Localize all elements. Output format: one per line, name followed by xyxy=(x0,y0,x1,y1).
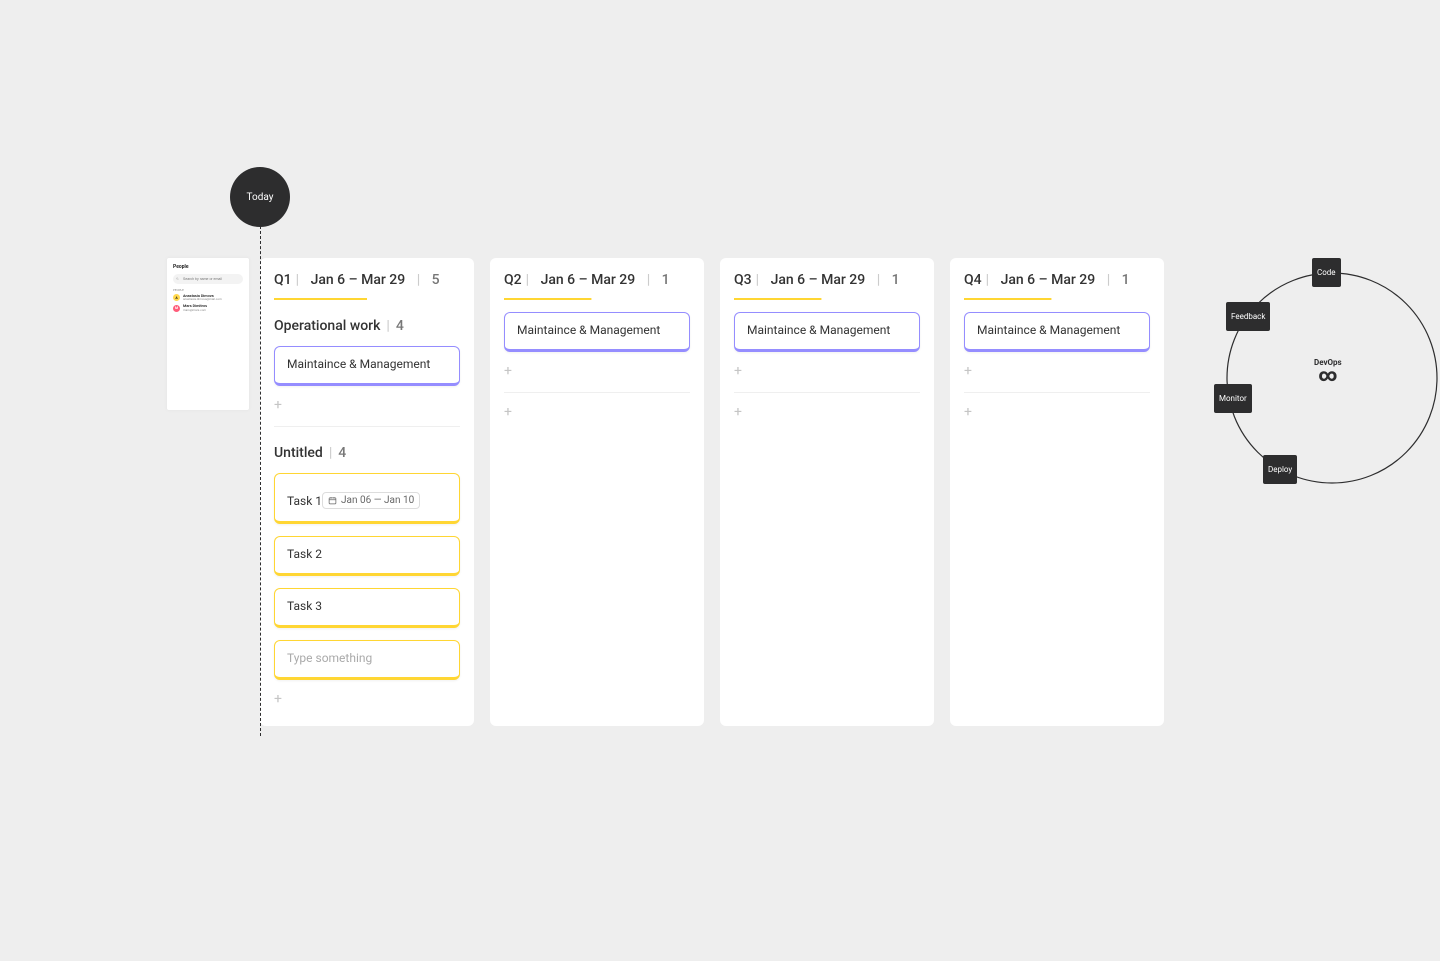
column-underline xyxy=(964,298,1051,300)
task-card[interactable]: Maintaince & Management xyxy=(964,312,1150,352)
separator: | xyxy=(329,445,332,461)
column-range: Jan 6 – Mar 29 xyxy=(311,272,406,288)
board-column: Q3| Jan 6 – Mar 29 | 1Maintaince & Manag… xyxy=(720,258,934,726)
column-count: 1 xyxy=(892,272,900,288)
separator: | xyxy=(647,272,650,288)
devops-stage-tag[interactable]: Deploy xyxy=(1263,455,1297,484)
separator: | xyxy=(526,272,529,288)
task-title: Maintaince & Management xyxy=(747,323,890,337)
task-title: Maintaince & Management xyxy=(517,323,660,337)
separator: | xyxy=(756,272,759,288)
add-task-button[interactable]: + xyxy=(274,692,460,706)
devops-stage-tag[interactable]: Feedback xyxy=(1226,302,1270,331)
column-underline xyxy=(734,298,821,300)
people-email: anastasia.dimova@mail.com xyxy=(183,298,222,301)
task-date-range: Jan 06 — Jan 10 xyxy=(341,495,414,506)
column-header[interactable]: Q3| Jan 6 – Mar 29 | 1 xyxy=(734,272,920,288)
new-task-input-card[interactable]: Type something xyxy=(274,640,460,680)
add-task-button[interactable]: + xyxy=(504,405,690,419)
column-header[interactable]: Q1| Jan 6 – Mar 29 | 5 xyxy=(274,272,460,288)
column-header[interactable]: Q4| Jan 6 – Mar 29 | 1 xyxy=(964,272,1150,288)
task-card[interactable]: Task 3 xyxy=(274,588,460,628)
people-title: People xyxy=(173,264,243,270)
separator: | xyxy=(386,318,389,334)
people-panel: People PEOPLE AAnastasia Dimovaanastasia… xyxy=(167,258,249,410)
group-divider xyxy=(964,392,1150,393)
group-count: 4 xyxy=(396,318,404,334)
column-count: 1 xyxy=(1122,272,1130,288)
devops-stage-tag[interactable]: Monitor xyxy=(1214,384,1252,413)
add-task-button[interactable]: + xyxy=(734,364,920,378)
column-underline xyxy=(504,298,591,300)
add-task-button[interactable]: + xyxy=(734,405,920,419)
task-card[interactable]: Maintaince & Management xyxy=(504,312,690,352)
calendar-icon xyxy=(328,496,337,505)
group-title: Untitled xyxy=(274,445,323,461)
column-quarter: Q3 xyxy=(734,272,752,288)
today-label: Today xyxy=(247,192,274,203)
people-section-label: PEOPLE xyxy=(173,288,243,292)
task-card[interactable]: Task 2 xyxy=(274,536,460,576)
board-column: Q4| Jan 6 – Mar 29 | 1Maintaince & Manag… xyxy=(950,258,1164,726)
column-count: 1 xyxy=(662,272,670,288)
devops-stage-tag[interactable]: Code xyxy=(1312,258,1341,287)
task-card[interactable]: Maintaince & Management xyxy=(274,346,460,386)
column-range: Jan 6 – Mar 29 xyxy=(541,272,636,288)
people-item[interactable]: MMars Dimitrosmars@mars.com xyxy=(173,304,243,311)
people-email: mars@mars.com xyxy=(183,309,207,312)
task-title: Maintaince & Management xyxy=(977,323,1120,337)
column-count: 5 xyxy=(432,272,440,288)
devops-center: DevOps ∞ xyxy=(1314,358,1342,385)
group-divider xyxy=(734,392,920,393)
separator: | xyxy=(877,272,880,288)
group-title: Operational work xyxy=(274,318,380,334)
column-range: Jan 6 – Mar 29 xyxy=(1001,272,1096,288)
column-quarter: Q1 xyxy=(274,272,292,288)
add-task-button[interactable]: + xyxy=(504,364,690,378)
group-divider xyxy=(504,392,690,393)
separator: | xyxy=(296,272,299,288)
devops-wheel: DevOps ∞ Code Feedback Monitor Deploy xyxy=(1198,244,1440,512)
today-line xyxy=(260,226,261,736)
people-item[interactable]: AAnastasia Dimovaanastasia.dimova@mail.c… xyxy=(173,294,243,301)
task-title: Task 1 xyxy=(287,494,322,508)
board-column: Q2| Jan 6 – Mar 29 | 1Maintaince & Manag… xyxy=(490,258,704,726)
column-header[interactable]: Q2| Jan 6 – Mar 29 | 1 xyxy=(504,272,690,288)
people-search[interactable] xyxy=(173,274,243,284)
separator: | xyxy=(1107,272,1110,288)
column-quarter: Q2 xyxy=(504,272,522,288)
task-title: Task 3 xyxy=(287,599,322,613)
task-title: Task 2 xyxy=(287,547,322,561)
add-task-button[interactable]: + xyxy=(964,405,1150,419)
add-task-button[interactable]: + xyxy=(274,398,460,412)
group-header[interactable]: Operational work | 4 xyxy=(274,318,460,334)
avatar: A xyxy=(173,294,180,301)
search-icon xyxy=(176,277,179,281)
task-input-placeholder: Type something xyxy=(287,651,372,665)
column-range: Jan 6 – Mar 29 xyxy=(771,272,866,288)
today-marker[interactable]: Today xyxy=(230,167,290,227)
task-title: Maintaince & Management xyxy=(287,357,430,371)
kanban-board: Q1| Jan 6 – Mar 29 | 5Operational work|4… xyxy=(260,258,1164,726)
group-header[interactable]: Untitled | 4 xyxy=(274,445,460,461)
board-column: Q1| Jan 6 – Mar 29 | 5Operational work|4… xyxy=(260,258,474,726)
avatar: M xyxy=(173,305,180,312)
column-quarter: Q4 xyxy=(964,272,982,288)
task-date-chip[interactable]: Jan 06 — Jan 10 xyxy=(322,492,420,509)
add-task-button[interactable]: + xyxy=(964,364,1150,378)
group-count: 4 xyxy=(338,445,346,461)
devops-infinity-icon: ∞ xyxy=(1314,367,1342,385)
separator: | xyxy=(986,272,989,288)
separator: | xyxy=(417,272,420,288)
task-card[interactable]: Task 1 Jan 06 — Jan 10 xyxy=(274,473,460,524)
task-card[interactable]: Maintaince & Management xyxy=(734,312,920,352)
column-underline xyxy=(274,298,367,300)
people-search-input[interactable] xyxy=(181,276,240,282)
group-divider xyxy=(274,426,460,427)
